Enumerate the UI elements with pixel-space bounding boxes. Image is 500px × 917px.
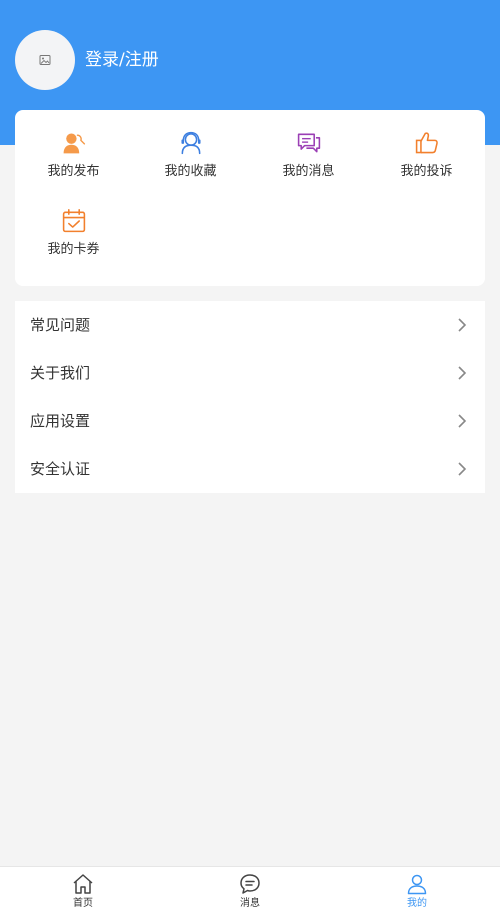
bottom-tab-bar: 首页 消息 我的 <box>0 866 500 917</box>
my-complaints-button[interactable]: 我的投诉 <box>368 110 485 180</box>
quick-action-label: 我的消息 <box>282 164 335 179</box>
menu-item-faq[interactable]: 常见问题 <box>15 301 485 349</box>
tab-label: 首页 <box>73 898 93 909</box>
my-favorites-button[interactable]: 我的收藏 <box>132 110 249 180</box>
image-placeholder-icon <box>39 55 51 65</box>
menu-item-label: 常见问题 <box>30 316 91 334</box>
tab-messages[interactable]: 消息 <box>167 867 333 917</box>
tab-label: 消息 <box>240 898 260 909</box>
quick-actions-card: 我的发布 我的收藏 我的消息 我的投诉 我的卡券 <box>15 110 485 286</box>
my-messages-button[interactable]: 我的消息 <box>250 110 367 180</box>
chat-icon <box>240 874 260 894</box>
chevron-right-icon <box>458 318 467 332</box>
tab-mine[interactable]: 我的 <box>334 867 500 917</box>
collect-headset-icon <box>180 131 201 155</box>
quick-action-label: 我的发布 <box>47 164 100 179</box>
menu-item-app-settings[interactable]: 应用设置 <box>15 397 485 445</box>
login-register-link[interactable]: 登录/注册 <box>85 48 159 72</box>
menu-item-label: 应用设置 <box>30 412 91 430</box>
person-icon <box>407 874 427 895</box>
tab-home[interactable]: 首页 <box>0 867 166 917</box>
quick-action-label: 我的收藏 <box>164 164 217 179</box>
avatar[interactable] <box>15 30 75 90</box>
settings-menu: 常见问题 关于我们 应用设置 安全认证 <box>15 301 485 493</box>
menu-item-about-us[interactable]: 关于我们 <box>15 349 485 397</box>
home-icon <box>73 874 93 894</box>
thumbs-up-icon <box>415 132 438 154</box>
menu-item-label: 安全认证 <box>30 460 91 478</box>
my-publish-button[interactable]: 我的发布 <box>15 110 132 180</box>
user-publish-icon <box>63 133 85 154</box>
message-bubbles-icon <box>297 133 320 153</box>
quick-action-label: 我的卡券 <box>47 242 100 257</box>
chevron-right-icon <box>458 414 467 428</box>
menu-item-label: 关于我们 <box>30 364 91 382</box>
tab-label: 我的 <box>407 898 427 909</box>
chevron-right-icon <box>458 366 467 380</box>
chevron-right-icon <box>458 462 467 476</box>
menu-item-security-verification[interactable]: 安全认证 <box>15 445 485 493</box>
quick-action-label: 我的投诉 <box>400 164 453 179</box>
my-coupons-button[interactable]: 我的卡券 <box>15 188 132 258</box>
calendar-check-icon <box>62 208 85 233</box>
